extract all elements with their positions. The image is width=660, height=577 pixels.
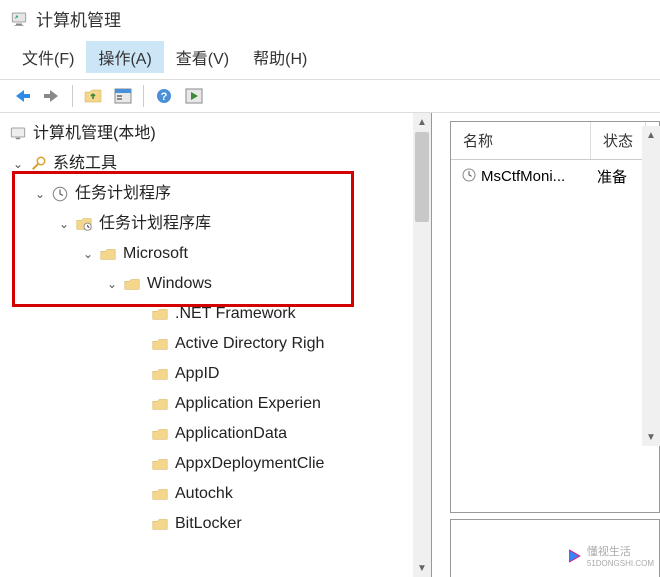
col-name[interactable]: 名称 — [451, 122, 591, 159]
folder-icon — [150, 394, 170, 414]
folder-icon — [150, 454, 170, 474]
scroll-down-icon[interactable]: ▼ — [413, 559, 431, 577]
title-bar: 计算机管理 — [0, 0, 660, 37]
tree-root[interactable]: 计算机管理(本地) — [4, 119, 427, 149]
tree-folder[interactable]: AppxDeploymentClie — [4, 449, 427, 479]
col-status[interactable]: 状态 — [591, 122, 646, 159]
task-status: 准备 — [597, 166, 627, 187]
chevron-down-icon[interactable]: ⌄ — [80, 246, 96, 262]
menu-help[interactable]: 帮助(H) — [241, 41, 319, 73]
folder-label: BitLocker — [175, 509, 242, 539]
menu-bar: 文件(F) 操作(A) 查看(V) 帮助(H) — [0, 37, 660, 79]
folder-label: Autochk — [175, 479, 233, 509]
details-scrollbar[interactable]: ▲ ▼ — [642, 126, 660, 446]
toolbar: ? — [0, 79, 660, 113]
chevron-down-icon[interactable]: ⌄ — [56, 216, 72, 232]
folder-icon — [98, 244, 118, 264]
folder-label: AppID — [175, 359, 219, 389]
folder-label: Active Directory Righ — [175, 329, 324, 359]
chevron-down-icon[interactable]: ⌄ — [10, 156, 26, 172]
folder-icon — [122, 274, 142, 294]
back-button[interactable] — [8, 83, 36, 109]
tools-icon — [28, 154, 48, 174]
tree-windows[interactable]: ⌄ Windows — [4, 269, 427, 299]
folder-label: Application Experien — [175, 389, 321, 419]
clock-icon — [50, 184, 70, 204]
folder-icon — [150, 514, 170, 534]
tree-folder[interactable]: BitLocker — [4, 509, 427, 539]
help-button[interactable]: ? — [150, 83, 178, 109]
folder-icon — [150, 304, 170, 324]
toolbar-sep — [143, 85, 144, 107]
table-row[interactable]: MsCtfMoni... 准备 — [451, 160, 659, 193]
watermark: 懂视生活 51DONGSHI.COM — [565, 543, 654, 568]
svg-text:?: ? — [161, 91, 168, 103]
tree-folder[interactable]: ApplicationData — [4, 419, 427, 449]
folder-icon — [150, 484, 170, 504]
tree-task-library[interactable]: ⌄ 任务计划程序库 — [4, 209, 427, 239]
folder-icon — [150, 424, 170, 444]
tree-folder[interactable]: Autochk — [4, 479, 427, 509]
chevron-down-icon[interactable]: ⌄ — [32, 186, 48, 202]
folder-icon — [150, 334, 170, 354]
tree-folder[interactable]: .NET Framework — [4, 299, 427, 329]
toolbar-sep — [72, 85, 73, 107]
tree-folder[interactable]: Active Directory Righ — [4, 329, 427, 359]
watermark-domain: 51DONGSHI.COM — [587, 559, 654, 568]
tree-folder[interactable]: AppID — [4, 359, 427, 389]
watermark-text: 懂视生活 — [587, 543, 654, 559]
up-button[interactable] — [79, 83, 107, 109]
forward-button[interactable] — [38, 83, 66, 109]
properties-button[interactable] — [109, 83, 137, 109]
details-header: 名称 状态 — [451, 122, 659, 160]
watermark-logo-icon — [565, 547, 583, 565]
tree-folder[interactable]: Application Experien — [4, 389, 427, 419]
scroll-up-icon[interactable]: ▲ — [642, 126, 660, 144]
folder-label: .NET Framework — [175, 299, 296, 329]
clock-icon — [461, 167, 477, 187]
window-title: 计算机管理 — [36, 6, 121, 31]
tree-task-scheduler[interactable]: ⌄ 任务计划程序 — [4, 179, 427, 209]
task-name: MsCtfMoni... — [481, 168, 565, 185]
computer-icon — [8, 124, 28, 144]
scroll-down-icon[interactable]: ▼ — [642, 428, 660, 446]
folder-label: ApplicationData — [175, 419, 287, 449]
scroll-up-icon[interactable]: ▲ — [413, 113, 431, 131]
scroll-thumb[interactable] — [415, 132, 429, 222]
details-pane: 名称 状态 MsCtfMoni... 准备 ▲ ▼ — [432, 113, 660, 577]
app-icon — [10, 10, 28, 28]
menu-action[interactable]: 操作(A) — [86, 41, 163, 73]
folder-clock-icon — [74, 214, 94, 234]
tree-pane: 计算机管理(本地) ⌄ 系统工具 ⌄ 任务计划程序 ⌄ 任务计划程序库 — [0, 113, 432, 577]
folder-label: AppxDeploymentClie — [175, 449, 324, 479]
tree-scrollbar[interactable]: ▲ ▼ — [413, 113, 431, 577]
menu-view[interactable]: 查看(V) — [164, 41, 241, 73]
folder-icon — [150, 364, 170, 384]
tree-microsoft[interactable]: ⌄ Microsoft — [4, 239, 427, 269]
tree-sys-tools[interactable]: ⌄ 系统工具 — [4, 149, 427, 179]
run-button[interactable] — [180, 83, 208, 109]
chevron-down-icon[interactable]: ⌄ — [104, 276, 120, 292]
menu-file[interactable]: 文件(F) — [10, 41, 86, 73]
